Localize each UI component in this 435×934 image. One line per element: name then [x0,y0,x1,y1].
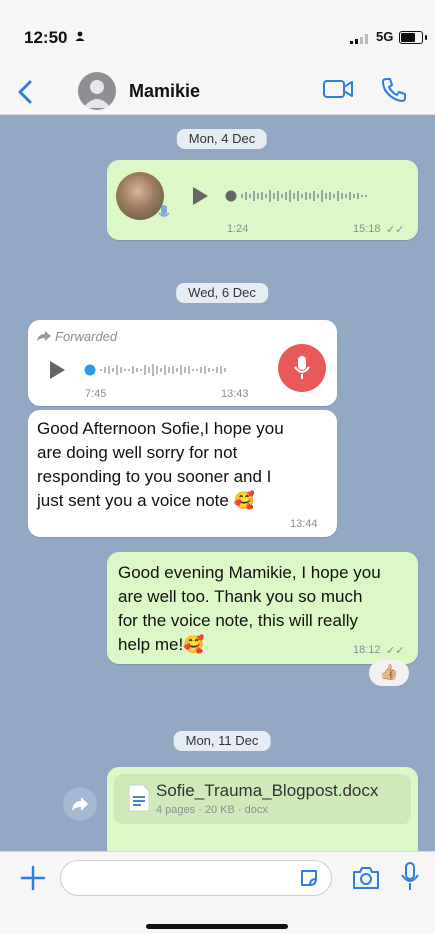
text-message-incoming[interactable]: Good Afternoon Sofie,I hope you are doin… [28,410,337,537]
forward-icon [37,331,51,341]
sticker-icon[interactable] [299,868,319,888]
text-message-outgoing[interactable]: Good evening Mamikie, I hope you are wel… [107,552,418,664]
voice-waveform[interactable] [225,188,401,204]
file-info: 4 pages · 20 KB · docx [156,804,268,816]
contact-name[interactable]: Mamikie [129,81,200,102]
message-line: for the voice note, this will really [118,611,358,630]
message-time: 18:12 [353,644,381,656]
chat-header: Mamikie [0,70,435,115]
document-icon [128,784,150,812]
signal-icon [350,34,368,44]
file-name: Sofie_Trauma_Blogpost.docx [156,781,379,800]
video-call-icon[interactable] [322,78,354,100]
home-indicator [146,924,288,929]
read-receipt: ✓✓ [386,224,405,236]
mic-icon [158,205,170,217]
back-icon[interactable] [14,78,38,106]
camera-icon[interactable] [351,865,381,891]
date-separator: Wed, 6 Dec [176,283,268,303]
message-line: responding to you sooner and I [37,467,272,486]
message-time: 13:44 [290,518,318,530]
message-line: are doing well sorry for not [37,443,238,462]
message-input[interactable] [60,860,332,896]
document-message-outgoing[interactable]: Sofie_Trauma_Blogpost.docx 4 pages · 20 … [107,767,418,851]
voice-duration: 1:24 [227,223,249,235]
network-label: 5G [376,29,394,44]
voice-waveform[interactable] [84,362,254,378]
document-card[interactable]: Sofie_Trauma_Blogpost.docx 4 pages · 20 … [114,774,411,824]
message-line: help me!🥰 [118,635,205,654]
message-line: Good evening Mamikie, I hope you [118,563,381,582]
message-time: 13:43 [221,388,249,400]
mic-badge [278,344,326,392]
mic-icon [294,356,310,379]
message-time: 15:18 [353,223,381,235]
forward-icon [72,797,88,811]
message-line: Good Afternoon Sofie,I hope you [37,419,284,438]
plus-icon[interactable] [20,865,46,891]
date-separator: Mon, 4 Dec [176,129,268,149]
play-icon[interactable] [191,186,209,206]
input-bar [0,851,435,934]
status-bar: 12:50 5G [0,0,435,70]
chat-area[interactable]: Mon, 4 Dec 1:24 15:18 ✓✓ Wed, 6 Dec Forw… [0,115,435,851]
mic-icon[interactable] [400,862,420,892]
play-icon[interactable] [48,360,66,380]
status-time: 12:50 [24,28,68,47]
read-receipt: ✓✓ [386,645,405,657]
message-line: are well too. Thank you so much [118,587,363,606]
reaction-badge[interactable]: 👍🏼 [369,660,409,686]
phone-icon[interactable] [380,76,408,104]
voice-message-incoming[interactable]: Forwarded 7:45 13:43 [28,320,337,406]
date-separator: Mon, 11 Dec [173,731,271,751]
forward-button[interactable] [63,787,97,821]
forwarded-label: Forwarded [55,329,118,344]
battery-icon [399,31,427,44]
voice-duration: 7:45 [85,388,107,400]
person-icon [75,31,85,41]
avatar-placeholder-icon [83,80,111,108]
message-line: just sent you a voice note 🥰 [37,491,255,510]
voice-message-outgoing[interactable]: 1:24 15:18 ✓✓ [107,160,418,240]
avatar[interactable] [78,72,116,110]
